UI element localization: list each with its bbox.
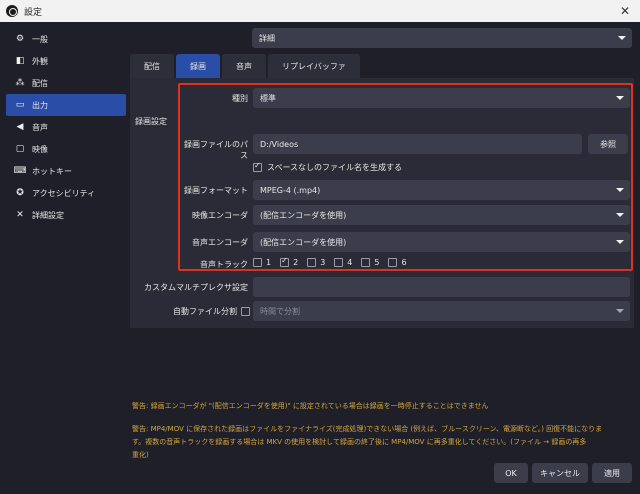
auto-split-label: 自動ファイル分割 bbox=[173, 307, 237, 316]
chevron-down-icon bbox=[618, 36, 626, 40]
gear-icon: ⚙ bbox=[15, 34, 25, 44]
title-bar: 設定 ✕ bbox=[0, 0, 640, 22]
sidebar-item-advanced[interactable]: ✕ 詳細設定 bbox=[6, 204, 126, 226]
sidebar-item-video[interactable]: ▢ 映像 bbox=[6, 138, 126, 160]
sidebar-item-accessibility[interactable]: ✪ アクセシビリティ bbox=[6, 182, 126, 204]
screen-icon: ▢ bbox=[15, 144, 25, 154]
tab-recording[interactable]: 録画 bbox=[176, 54, 220, 78]
mp4-warning-line3: 重化) bbox=[132, 451, 149, 459]
muxer-settings-input[interactable] bbox=[253, 277, 630, 297]
output-mode-select[interactable]: 詳細 bbox=[252, 28, 632, 48]
sidebar-item-label: 一般 bbox=[32, 34, 48, 44]
split-mode-select[interactable]: 時間で分割 bbox=[253, 301, 630, 321]
sidebar-item-stream[interactable]: ⁂ 配信 bbox=[6, 72, 126, 94]
recording-section-title: 録画設定 bbox=[135, 117, 167, 126]
output-tabs: 配信 録画 音声 リプレイバッファ bbox=[130, 54, 362, 78]
broadcast-icon: ⁂ bbox=[15, 78, 25, 88]
mp4-warning-line2: す。複数の音声トラックを録画する場合は MKV の使用を検討して録画の終了後に … bbox=[132, 438, 587, 446]
palette-icon: ◧ bbox=[15, 56, 25, 66]
mp4-warning-line1: 警告: MP4/MOV に保存された録画はファイルをファイナライズ(完成処理)で… bbox=[132, 425, 603, 433]
accessibility-icon: ✪ bbox=[16, 188, 24, 198]
sidebar-item-output[interactable]: ▭ 出力 bbox=[6, 94, 126, 116]
sidebar-item-appearance[interactable]: ◧ 外観 bbox=[6, 50, 126, 72]
tab-stream[interactable]: 配信 bbox=[130, 54, 174, 78]
sidebar-item-audio[interactable]: ◀ 音声 bbox=[6, 116, 126, 138]
chevron-down-icon bbox=[616, 309, 624, 313]
muxer-label: カスタムマルチプレクサ設定 bbox=[144, 283, 248, 292]
auto-split-option[interactable]: 自動ファイル分割 bbox=[150, 306, 250, 317]
monitor-icon: ▭ bbox=[15, 100, 25, 110]
ok-button[interactable]: OK bbox=[494, 463, 528, 483]
sidebar-item-label: ホットキー bbox=[32, 166, 72, 176]
auto-split-checkbox[interactable] bbox=[241, 307, 250, 316]
apply-button[interactable]: 適用 bbox=[592, 463, 632, 483]
settings-sidebar: ⚙ 一般 ◧ 外観 ⁂ 配信 ▭ 出力 ◀ 音声 ▢ 映像 ⌨ ホットキー ✪ … bbox=[6, 28, 126, 488]
highlight-box bbox=[178, 83, 633, 271]
sidebar-item-label: 音声 bbox=[32, 122, 48, 132]
keyboard-icon: ⌨ bbox=[13, 166, 27, 176]
sidebar-item-label: 外観 bbox=[32, 56, 48, 66]
cancel-button[interactable]: キャンセル bbox=[532, 463, 588, 483]
obs-logo-icon bbox=[6, 5, 18, 17]
output-mode-value: 詳細 bbox=[259, 33, 275, 43]
window-title: 設定 bbox=[24, 7, 43, 18]
sidebar-item-label: アクセシビリティ bbox=[32, 188, 96, 198]
sidebar-item-general[interactable]: ⚙ 一般 bbox=[6, 28, 126, 50]
sidebar-item-label: 詳細設定 bbox=[32, 210, 64, 220]
speaker-icon: ◀ bbox=[16, 122, 24, 132]
pause-warning: 警告: 録画エンコーダが "(配信エンコーダを使用)" に設定されている場合は録… bbox=[132, 402, 489, 410]
close-icon[interactable]: ✕ bbox=[620, 4, 630, 18]
sidebar-item-hotkeys[interactable]: ⌨ ホットキー bbox=[6, 160, 126, 182]
sidebar-item-label: 出力 bbox=[32, 100, 48, 110]
tab-audio[interactable]: 音声 bbox=[222, 54, 266, 78]
sidebar-item-label: 映像 bbox=[32, 144, 48, 154]
wrench-icon: ✕ bbox=[16, 210, 24, 220]
sidebar-item-label: 配信 bbox=[32, 78, 48, 88]
split-mode-value: 時間で分割 bbox=[260, 306, 300, 316]
tab-replay-buffer[interactable]: リプレイバッファ bbox=[268, 54, 360, 78]
